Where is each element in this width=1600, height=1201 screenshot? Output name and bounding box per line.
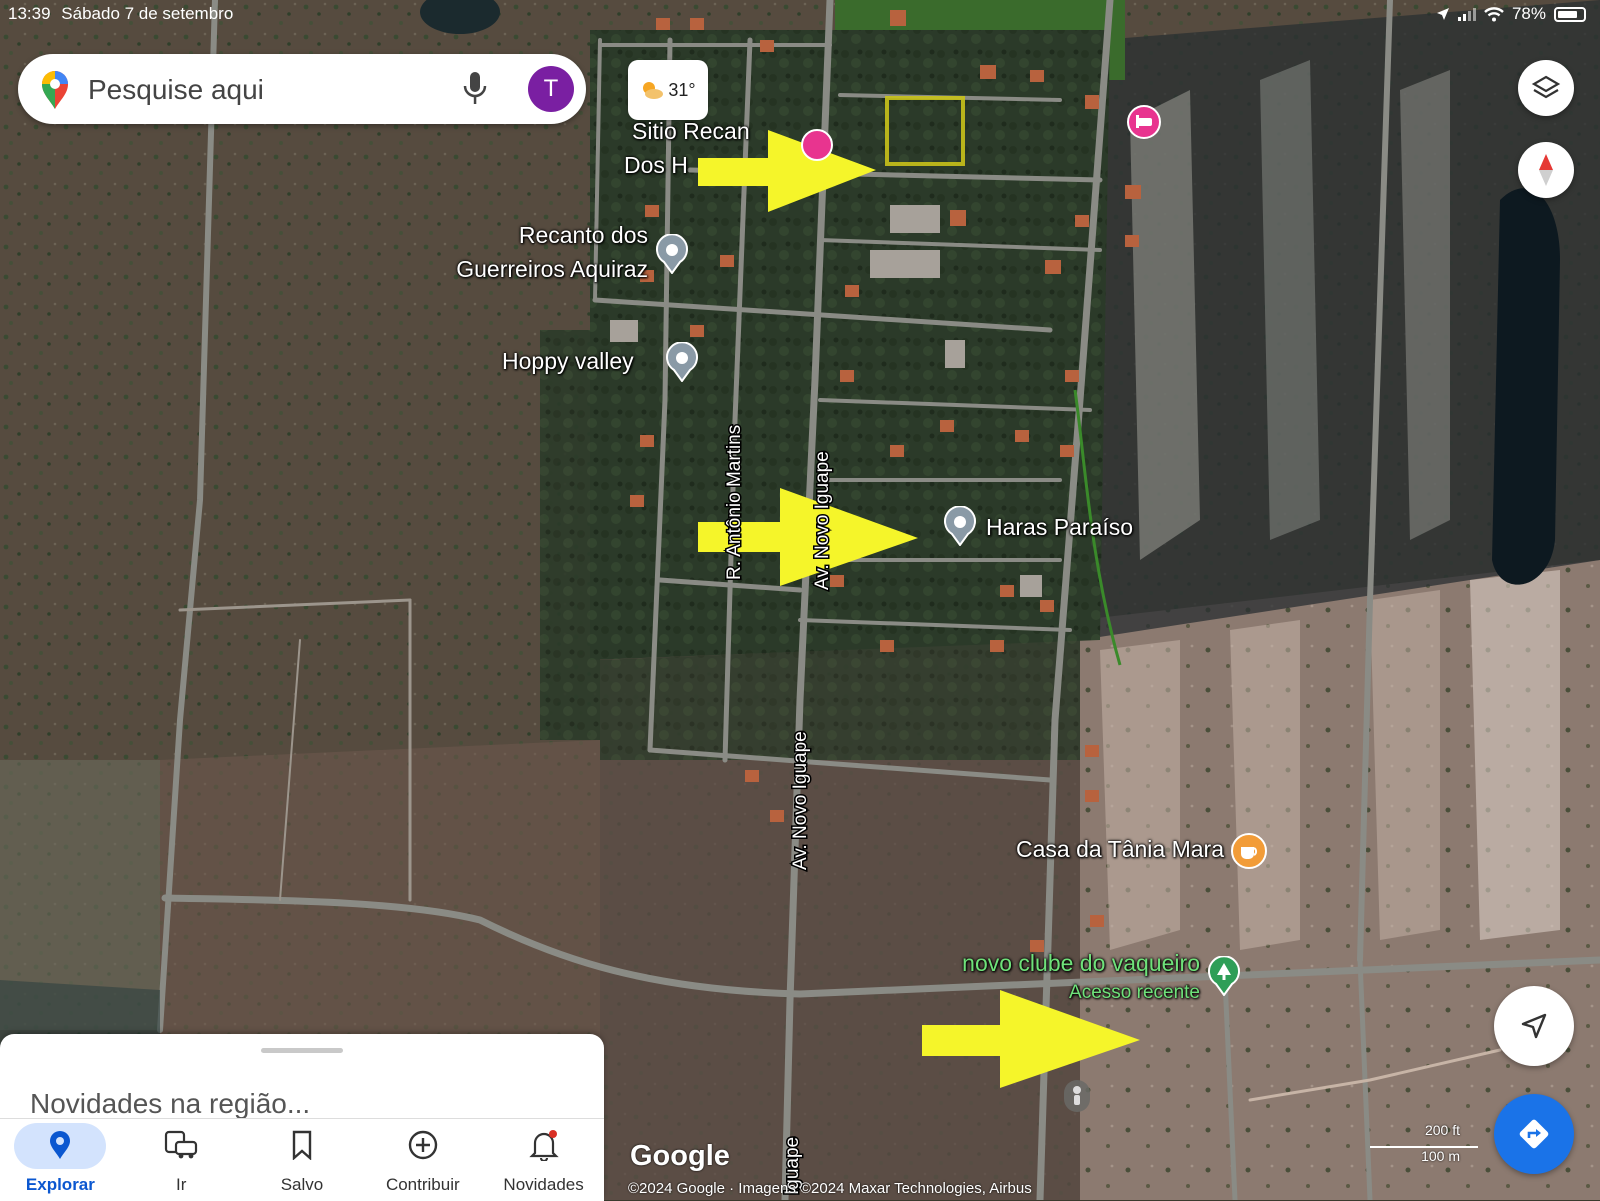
navigation-arrow-icon [1521,1013,1547,1039]
google-logo: Google [630,1140,730,1172]
street-label-av-novo-iguape-upper: Av. Novo Iguape [812,451,833,590]
layers-icon [1531,75,1561,99]
nav-label: Ir [176,1175,187,1194]
bookmark-icon [292,1130,312,1160]
place-label-novo-clube-vaqueiro[interactable]: novo clube do vaqueiro [900,950,1200,977]
nav-label: Explorar [25,1175,95,1194]
nav-salvo[interactable]: Salvo [242,1119,363,1201]
my-location-button[interactable] [1494,986,1574,1066]
weather-chip[interactable]: 31° [628,60,708,120]
location-pin-icon [50,1131,71,1159]
place-marker-icon[interactable] [664,342,700,382]
sheet-drag-handle[interactable] [261,1048,343,1053]
place-label-casa-tania-mara[interactable]: Casa da Tânia Mara [960,836,1224,863]
car-bus-icon [165,1130,198,1159]
place-marker-icon[interactable] [654,234,690,274]
layers-button[interactable] [1518,60,1574,116]
nav-ir[interactable]: Ir [121,1119,242,1201]
search-input[interactable]: Pesquise aqui [88,74,264,106]
place-label-hoppy-valley[interactable]: Hoppy valley [502,348,634,375]
partly-cloudy-icon [643,82,664,99]
map-scale: 200 ft 100 m [1370,1122,1480,1164]
battery-percentage: 78% [1511,4,1546,23]
park-marker-icon[interactable] [1206,956,1242,996]
sheet-title: Novidades na região... [30,1088,311,1119]
lodging-marker-icon[interactable] [1126,104,1162,140]
status-date: Sábado 7 de setembro [61,4,234,23]
nav-label: Novidades [503,1175,584,1194]
street-view-marker-icon[interactable] [1062,1078,1092,1114]
wifi-icon [1484,6,1504,21]
status-time: 13:39 [8,4,51,23]
street-label-antonio-martins: R. Antônio Martins [724,425,745,580]
place-label-haras-paraiso[interactable]: Haras Paraíso [986,514,1133,541]
cafe-marker-icon[interactable] [1230,832,1268,870]
nav-novidades[interactable]: Novidades [483,1119,604,1201]
scale-label-meters: 100 m [1421,1148,1460,1164]
place-label-recanto-line2[interactable]: Guerreiros Aquiraz [400,256,648,283]
cellular-signal-icon [1457,8,1476,21]
directions-button[interactable] [1494,1094,1574,1174]
place-label-sitio-line2[interactable]: Dos H [624,152,688,179]
nav-label: Contribuir [385,1175,460,1194]
account-avatar[interactable]: T [528,66,574,112]
directions-icon [1519,1119,1549,1149]
google-maps-pin-icon [42,71,68,109]
nav-label: Salvo [280,1175,324,1194]
imagery-copyright[interactable]: ©2024 Google · Imagens ©2024 Maxar Techn… [628,1180,1032,1197]
search-bar[interactable]: Pesquise aqui T [18,54,586,124]
status-bar: 13:39 Sábado 7 de setembro 78% [0,0,1600,30]
scale-label-feet: 200 ft [1424,1122,1460,1138]
bell-icon [528,1130,559,1161]
nav-contribuir[interactable]: Contribuir [362,1119,483,1201]
location-arrow-icon [1436,8,1449,20]
satellite-map[interactable]: R. Antônio Martins Av. Novo Iguape Av. N… [0,0,1600,1200]
compass-button[interactable] [1518,142,1574,198]
street-label-av-novo-iguape-lower: Av. Novo Iguape [790,731,811,870]
place-label-recanto[interactable]: Recanto dos [430,222,648,249]
lodging-marker-icon[interactable] [800,128,834,162]
battery-icon [1554,6,1586,22]
compass-icon [1539,154,1553,186]
bottom-navigation: Explorar Ir Salvo Contribuir Novidades [0,1118,604,1201]
weather-temperature: 31° [668,79,696,100]
place-marker-icon[interactable] [942,506,978,546]
plus-circle-icon [408,1130,437,1160]
nav-explorar[interactable]: Explorar [0,1119,121,1201]
place-label-sitio[interactable]: Sitio Recan [632,118,750,145]
recent-access-label: Acesso recente [1069,982,1200,1003]
microphone-icon[interactable] [462,70,488,108]
